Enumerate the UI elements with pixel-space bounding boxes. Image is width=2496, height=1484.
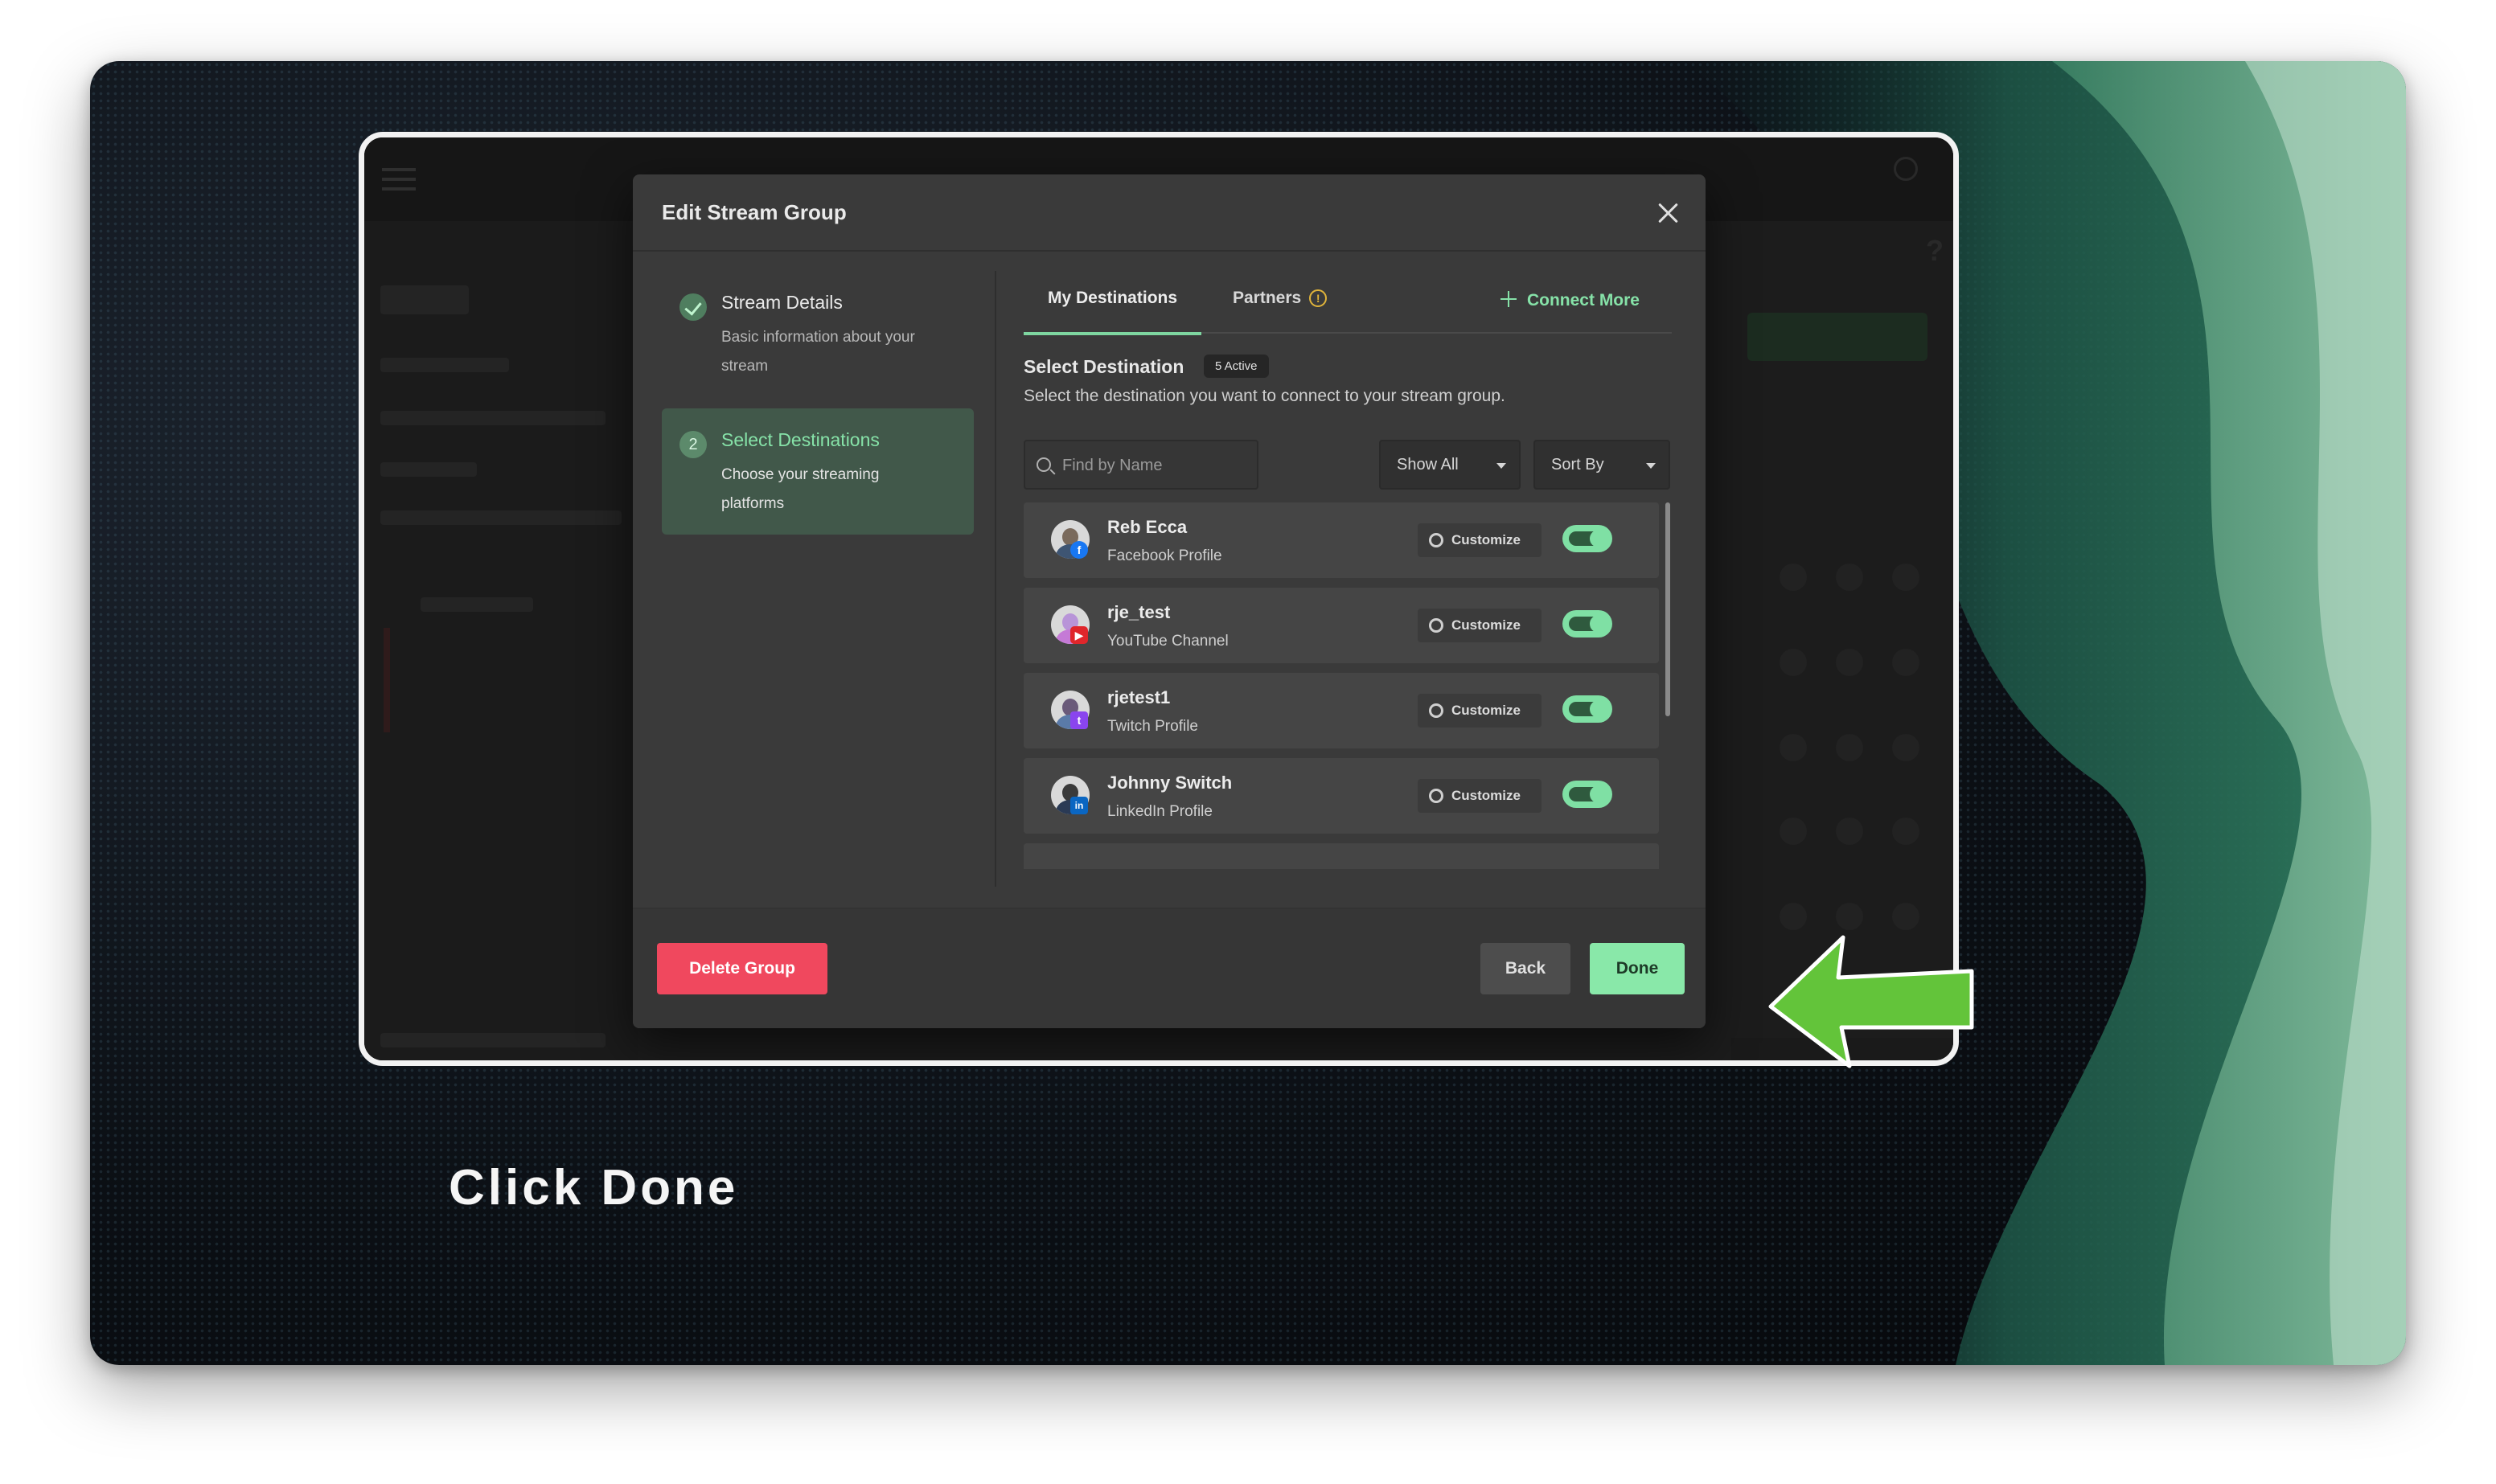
tab-bar: My Destinations Partners! Connect More: [1023, 271, 1672, 335]
scrollbar-thumb[interactable]: [1665, 502, 1670, 716]
section-subtitle: Select the destination you want to conne…: [1024, 387, 1505, 405]
tab-label: Partners: [1233, 289, 1302, 307]
twitch-icon: t: [1070, 711, 1088, 729]
modal-footer: Delete Group Back Done: [633, 908, 1706, 1028]
chevron-down-icon: [1646, 463, 1656, 469]
destination-name: rjetest1: [1107, 687, 1171, 707]
section-title: Select Destination: [1024, 356, 1184, 377]
modal-header: Edit Stream Group: [633, 174, 1706, 252]
connect-more-button[interactable]: Connect More: [1500, 290, 1640, 310]
gear-icon: [1429, 789, 1443, 803]
destination-row: [1024, 843, 1659, 869]
destination-toggle[interactable]: [1562, 695, 1612, 723]
step-description: Choose your streaming platforms: [721, 466, 880, 512]
destination-list: f Reb Ecca Facebook Profile Customize ▶ …: [1024, 502, 1672, 869]
step-list: Stream Details Basic information about y…: [662, 271, 974, 535]
customize-label: Customize: [1451, 703, 1521, 718]
destinations-panel: My Destinations Partners! Connect More S…: [1023, 271, 1672, 869]
destination-name: rje_test: [1107, 602, 1171, 622]
arrow-icon: [1768, 935, 1974, 1068]
customize-button[interactable]: Customize: [1418, 609, 1542, 642]
step-stream-details[interactable]: Stream Details Basic information about y…: [662, 271, 974, 397]
chevron-down-icon: [1496, 463, 1506, 469]
destination-name: Johnny Switch: [1107, 773, 1233, 793]
tab-partners[interactable]: Partners!: [1233, 289, 1328, 308]
edit-stream-group-modal: Edit Stream Group Stream Details Basic i…: [633, 174, 1706, 1028]
destination-row: f Reb Ecca Facebook Profile Customize: [1024, 502, 1659, 578]
destination-row: ▶ rje_test YouTube Channel Customize: [1024, 588, 1659, 663]
facebook-icon: f: [1070, 541, 1088, 559]
select-destination-header: Select Destination 5 Active: [1024, 355, 1672, 380]
instruction-caption: Click Done: [449, 1160, 739, 1215]
done-button[interactable]: Done: [1590, 943, 1685, 994]
customize-button[interactable]: Customize: [1418, 694, 1542, 728]
filter-bar: Show All Sort By: [1024, 440, 1672, 490]
destination-type: Facebook Profile: [1107, 547, 1222, 564]
search-icon: [1037, 457, 1051, 472]
gear-icon: [1429, 618, 1443, 633]
destination-type: Twitch Profile: [1107, 718, 1198, 735]
tab-my-destinations[interactable]: My Destinations: [1023, 289, 1202, 335]
customize-button[interactable]: Customize: [1418, 779, 1542, 813]
modal-title: Edit Stream Group: [662, 200, 847, 224]
destination-row: t rjetest1 Twitch Profile Customize: [1024, 673, 1659, 748]
step-select-destinations[interactable]: 2 Select Destinations Choose your stream…: [662, 408, 974, 535]
close-icon[interactable]: [1654, 199, 1681, 226]
check-icon: [679, 293, 707, 321]
youtube-icon: ▶: [1070, 626, 1088, 644]
destination-type: LinkedIn Profile: [1107, 803, 1213, 820]
search-input[interactable]: [1062, 453, 1247, 478]
gear-icon: [1429, 703, 1443, 718]
destination-row: in Johnny Switch LinkedIn Profile Custom…: [1024, 758, 1659, 834]
back-button[interactable]: Back: [1480, 943, 1570, 994]
sort-by-dropdown[interactable]: Sort By: [1533, 440, 1670, 490]
screenshot-frame: ? Edit Stream Group Stream Details Basic…: [359, 132, 1959, 1066]
destination-type: YouTube Channel: [1107, 633, 1229, 650]
customize-label: Customize: [1451, 617, 1521, 633]
show-all-dropdown[interactable]: Show All: [1379, 440, 1521, 490]
customize-label: Customize: [1451, 788, 1521, 803]
dropdown-label: Sort By: [1551, 456, 1604, 473]
customize-button[interactable]: Customize: [1418, 523, 1542, 557]
gear-icon: [1429, 533, 1443, 547]
step-title: Select Destinations: [721, 429, 880, 450]
info-icon: !: [1309, 289, 1328, 307]
step-number: 2: [679, 431, 707, 458]
active-count-badge: 5 Active: [1204, 355, 1269, 378]
linkedin-icon: in: [1070, 797, 1088, 814]
connect-more-label: Connect More: [1526, 291, 1640, 310]
dropdown-label: Show All: [1397, 456, 1459, 473]
search-box: [1024, 440, 1258, 490]
destination-toggle[interactable]: [1562, 781, 1612, 808]
delete-group-button[interactable]: Delete Group: [657, 943, 827, 994]
plus-icon: [1500, 290, 1517, 308]
destination-toggle[interactable]: [1562, 525, 1612, 552]
destination-toggle[interactable]: [1562, 610, 1612, 637]
step-title: Stream Details: [721, 292, 843, 313]
destination-name: Reb Ecca: [1107, 517, 1188, 537]
divider: [995, 271, 996, 887]
step-description: Basic information about your stream: [721, 329, 915, 375]
customize-label: Customize: [1451, 532, 1521, 547]
